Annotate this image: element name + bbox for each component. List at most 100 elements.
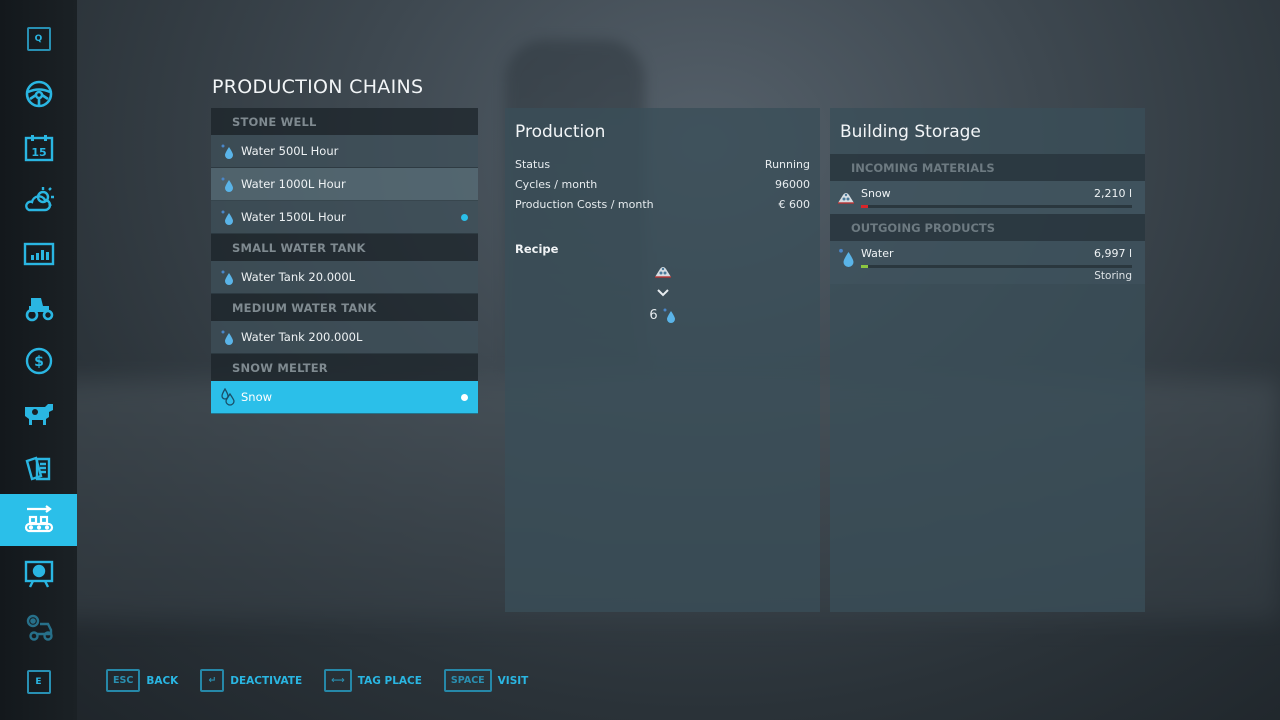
- storage-item-state: Storing: [1094, 270, 1132, 282]
- key-tab: ⟷: [324, 669, 352, 692]
- recipe-label: Recipe: [515, 242, 559, 256]
- chain-item-snow[interactable]: Snow: [211, 381, 478, 414]
- calendar-icon: 15: [24, 135, 53, 162]
- settings-tractor-icon: [26, 614, 53, 641]
- water-drops-icon: [220, 388, 236, 406]
- chain-header: SNOW MELTER: [211, 354, 478, 381]
- water-drop-icon: [220, 209, 236, 225]
- cycles-value: 96000: [775, 177, 810, 191]
- storage-fill-level: [861, 205, 868, 208]
- chain-item-water-500[interactable]: Water 500L Hour: [211, 135, 478, 168]
- contracts-icon: [25, 456, 50, 481]
- status-label: Status: [515, 157, 551, 171]
- svg-text:$: $: [34, 354, 44, 370]
- chain-item-label: Snow: [241, 390, 273, 404]
- money-icon: $: [25, 347, 52, 375]
- production-panel: Production Status Running Cycles / month…: [505, 108, 820, 612]
- storage-item-snow: Snow 2,210 l: [830, 181, 1145, 214]
- recipe-input: [653, 260, 673, 282]
- chain-item-water-tank-20000[interactable]: Water Tank 20.000L: [211, 261, 478, 294]
- costs-label: Production Costs / month: [515, 197, 654, 211]
- storage-fill-bar: [861, 265, 1132, 268]
- sidebar-item-settings[interactable]: [0, 601, 77, 653]
- chain-header: MEDIUM WATER TANK: [211, 294, 478, 321]
- weather-icon: [24, 187, 54, 212]
- recipe-output-amount: 6: [649, 307, 658, 323]
- water-drop-icon: [839, 248, 854, 267]
- sidebar-item-weather[interactable]: [0, 174, 77, 226]
- chain-item-label: Water Tank 20.000L: [241, 270, 356, 284]
- active-indicator-dot: [461, 214, 468, 221]
- chain-item-label: Water Tank 200.000L: [241, 330, 363, 344]
- sidebar-item-production[interactable]: [0, 494, 77, 546]
- snow-pile-icon: [838, 193, 854, 204]
- page-title: PRODUCTION CHAINS: [212, 76, 424, 98]
- chain-item-label: Water 1000L Hour: [241, 177, 346, 191]
- storage-fill-bar: [861, 205, 1132, 208]
- recipe: 6: [505, 260, 820, 326]
- key-q-label: Q: [26, 27, 51, 51]
- deactivate-button[interactable]: ↵ DEACTIVATE: [200, 669, 302, 692]
- sidebar-item-finances[interactable]: $: [0, 335, 77, 387]
- tag-place-label: TAG PLACE: [357, 674, 422, 687]
- storage-fill-level: [861, 265, 868, 268]
- storage-item-name: Water: [861, 247, 894, 260]
- sidebar-item-garage[interactable]: [0, 281, 77, 333]
- deactivate-label: DEACTIVATE: [230, 674, 303, 687]
- key-e-label: E: [26, 670, 51, 694]
- sidebar-item-help[interactable]: [0, 548, 77, 600]
- sidebar-item-contracts[interactable]: [0, 442, 77, 494]
- chain-item-water-tank-200000[interactable]: Water Tank 200.000L: [211, 321, 478, 354]
- back-label: BACK: [146, 674, 179, 687]
- key-esc: ESC: [106, 669, 141, 692]
- sidebar-key-q[interactable]: Q: [0, 13, 77, 65]
- sidebar-item-vehicles[interactable]: [0, 68, 77, 120]
- chain-item-label: Water 1500L Hour: [241, 210, 346, 224]
- water-drop-icon: [220, 176, 236, 192]
- cow-icon: [24, 404, 53, 425]
- stats-chart-icon: [23, 242, 54, 266]
- production-conveyor-icon: [24, 505, 53, 533]
- presentation-icon: [24, 560, 53, 588]
- chain-item-water-1000[interactable]: Water 1000L Hour: [211, 168, 478, 201]
- tag-place-button[interactable]: ⟷ TAG PLACE: [324, 669, 422, 692]
- status-row: Status Running: [505, 154, 820, 174]
- sidebar-key-e[interactable]: E: [0, 656, 77, 708]
- building-storage-panel: Building Storage INCOMING MATERIALS Snow…: [830, 108, 1145, 612]
- visit-label: VISIT: [497, 674, 529, 687]
- active-indicator-dot: [461, 394, 468, 401]
- water-drop-icon: [220, 329, 236, 345]
- visit-button[interactable]: SPACE VISIT: [443, 669, 529, 692]
- chain-item-label: Water 500L Hour: [241, 144, 339, 158]
- chain-header: SMALL WATER TANK: [211, 234, 478, 261]
- snow-pile-icon: [654, 267, 671, 278]
- water-drop-icon: [220, 269, 236, 285]
- recipe-arrow: [656, 282, 670, 304]
- water-drop-icon: [663, 308, 675, 323]
- sidebar-item-calendar[interactable]: 15: [0, 122, 77, 174]
- sidebar-item-animals[interactable]: [0, 388, 77, 440]
- sidebar-item-statistics[interactable]: [0, 228, 77, 280]
- key-enter: ↵: [200, 669, 225, 692]
- costs-value: € 600: [778, 197, 811, 211]
- svg-text:15: 15: [31, 146, 46, 159]
- cycles-row: Cycles / month 96000: [505, 174, 820, 194]
- status-value: Running: [764, 157, 810, 171]
- incoming-materials-header: INCOMING MATERIALS: [830, 154, 1145, 181]
- key-space: SPACE: [443, 669, 492, 692]
- back-button[interactable]: ESC BACK: [106, 669, 178, 692]
- costs-row: Production Costs / month € 600: [505, 194, 820, 214]
- tractor-icon: [25, 298, 53, 322]
- steering-wheel-icon: [25, 80, 52, 108]
- chain-item-water-1500[interactable]: Water 1500L Hour: [211, 201, 478, 234]
- chevron-down-icon: [656, 289, 669, 297]
- water-drop-icon: [220, 143, 236, 159]
- recipe-output: 6: [649, 304, 675, 326]
- storage-item-name: Snow: [861, 187, 891, 200]
- production-chain-list: STONE WELL Water 500L Hour Water 1000L H…: [211, 108, 478, 414]
- outgoing-products-header: OUTGOING PRODUCTS: [830, 214, 1145, 241]
- production-title: Production: [515, 122, 606, 142]
- chain-header: STONE WELL: [211, 108, 478, 135]
- storage-item-amount: 2,210 l: [1093, 187, 1132, 200]
- storage-item-water: Water 6,997 l Storing: [830, 241, 1145, 284]
